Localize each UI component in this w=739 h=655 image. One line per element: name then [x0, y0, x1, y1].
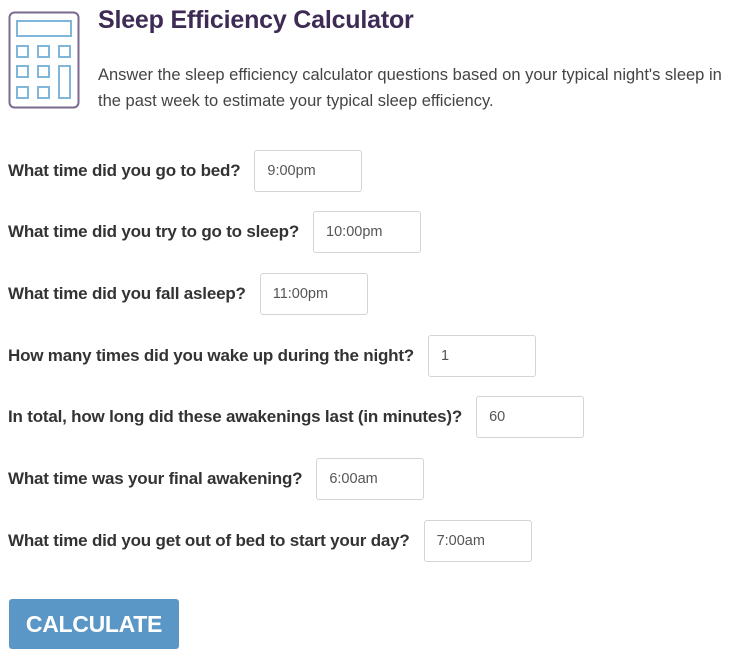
calculator-icon	[8, 11, 80, 109]
bed-time-label: What time did you go to bed?	[8, 161, 241, 180]
awakenings-duration-label: In total, how long did these awakenings …	[8, 407, 463, 426]
question-try-sleep-time: What time did you try to go to sleep?	[8, 210, 422, 254]
question-bed-time: What time did you go to bed?	[8, 149, 363, 193]
try-sleep-time-input[interactable]	[313, 211, 422, 253]
fall-asleep-time-input[interactable]	[259, 273, 368, 315]
calculator-header: Sleep Efficiency Calculator Answer the s…	[0, 0, 739, 120]
final-awakening-label: What time was your final awakening?	[8, 469, 303, 488]
awakenings-count-input[interactable]	[427, 335, 536, 377]
calculate-button[interactable]: CALCULATE	[9, 599, 179, 649]
question-awakenings-duration: In total, how long did these awakenings …	[8, 395, 585, 439]
question-fall-asleep-time: What time did you fall asleep?	[8, 272, 368, 316]
page-title: Sleep Efficiency Calculator	[98, 6, 414, 34]
out-of-bed-input[interactable]	[423, 520, 532, 562]
awakenings-duration-input[interactable]	[476, 396, 585, 438]
question-out-of-bed: What time did you get out of bed to star…	[8, 519, 532, 563]
out-of-bed-label: What time did you get out of bed to star…	[8, 531, 410, 550]
page-description: Answer the sleep efficiency calculator q…	[98, 66, 722, 110]
awakenings-count-label: How many times did you wake up during th…	[8, 346, 414, 365]
fall-asleep-time-label: What time did you fall asleep?	[8, 284, 246, 303]
bed-time-input[interactable]	[254, 150, 363, 192]
final-awakening-input[interactable]	[316, 458, 425, 500]
question-final-awakening: What time was your final awakening?	[8, 457, 425, 501]
try-sleep-time-label: What time did you try to go to sleep?	[8, 222, 300, 241]
question-awakenings-count: How many times did you wake up during th…	[8, 334, 536, 378]
